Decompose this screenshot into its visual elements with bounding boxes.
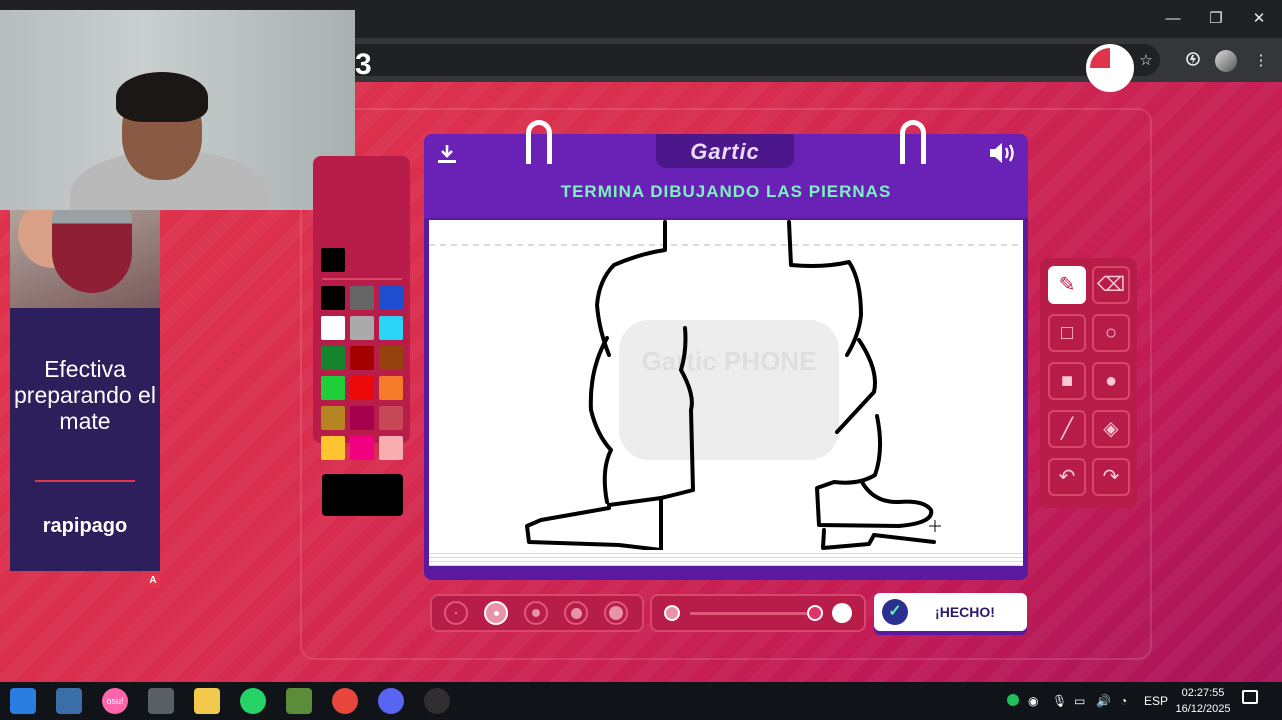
opacity-low-icon [664,605,680,621]
webcam-overlay [0,10,355,210]
current-color-preview [322,474,403,516]
bookmark-star-icon[interactable]: ☆ [1135,50,1157,72]
color-swatch[interactable] [350,436,374,460]
taskbar-discord-icon[interactable] [378,688,404,714]
color-swatch[interactable] [321,286,345,310]
eraser-icon[interactable]: ⌫ [1092,266,1130,304]
color-swatch[interactable] [321,436,345,460]
profile-avatar[interactable] [1215,50,1237,72]
drawing-canvas[interactable]: Gartic PHONE [429,220,1023,552]
square-filled-icon[interactable]: ■ [1048,362,1086,400]
battery-icon[interactable]: ▭ [1074,694,1085,708]
fill-bucket-icon[interactable]: ◈ [1092,410,1130,448]
taskbar-file-explorer-icon[interactable] [194,688,220,714]
selected-color-swatch [321,248,345,272]
round-number: 3 [355,48,372,81]
line-icon[interactable]: ╱ [1048,410,1086,448]
done-button-label: ¡HECHO! [935,604,995,620]
color-swatch[interactable] [350,286,374,310]
address-bar[interactable] [340,44,1160,76]
taskbar-chrome-icon[interactable] [332,688,358,714]
brush-size-dot [493,610,499,616]
gartic-logo: Gartic [690,139,760,164]
brush-size-5[interactable] [604,601,628,625]
extensions-icon[interactable] [1182,50,1204,72]
taskbar-osu-icon[interactable]: osu! [102,688,128,714]
color-swatch[interactable] [350,316,374,340]
clock-time[interactable]: 02:27:55 [1176,687,1230,699]
security-icon[interactable]: ◉ [1028,694,1038,708]
browser-menu-icon[interactable]: ⋮ [1250,50,1272,72]
drawing-svg: Gartic PHONE [429,220,1023,552]
status-indicator-icon[interactable] [1007,694,1019,706]
color-swatch[interactable] [379,376,403,400]
clock-date[interactable]: 16/12/2025 [1170,703,1236,715]
undo-icon[interactable]: ↶ [1048,458,1086,496]
pencil-icon[interactable]: ✎ [1048,266,1086,304]
palette-divider [322,278,402,280]
taskbar-camera-icon[interactable] [148,688,174,714]
color-swatch[interactable] [350,406,374,430]
wifi-icon[interactable]: ◔ [1120,694,1127,708]
language-indicator[interactable]: ESP [1144,694,1168,708]
ad-divider [35,480,135,482]
color-swatch[interactable] [321,406,345,430]
ad-mate-cup [52,208,132,293]
color-swatch[interactable] [379,316,403,340]
watermark-text: Gartic PHONE [642,346,817,376]
opacity-slider-track[interactable] [690,612,808,615]
binder-ring-left [526,120,552,164]
brush-size-dot [455,612,457,614]
minimize-button[interactable]: — [1162,8,1184,30]
windows-taskbar [0,682,1282,720]
download-icon[interactable] [434,142,460,168]
speaker-icon[interactable]: 🔊 [1096,694,1111,708]
color-swatch[interactable] [379,436,403,460]
color-swatch[interactable] [321,316,345,340]
microphone-icon[interactable]: 🎙 [1052,694,1067,708]
taskbar-minecraft-icon[interactable] [286,688,312,714]
timer-icon [1086,44,1134,92]
webcam-person-hair [116,72,208,122]
notifications-icon[interactable] [1242,690,1258,704]
color-swatch[interactable] [379,286,403,310]
redo-icon[interactable]: ↷ [1092,458,1130,496]
ad-headline: Efectiva preparando el mate [14,356,156,434]
taskbar-calculator-icon[interactable] [56,688,82,714]
color-swatch[interactable] [321,346,345,370]
brush-size-2[interactable] [484,601,508,625]
brush-size-4[interactable] [564,601,588,625]
volume-icon[interactable] [986,140,1018,168]
circle-outline-icon[interactable]: ○ [1092,314,1130,352]
brush-size-dot [609,606,623,620]
check-icon: ✓ [882,599,908,625]
taskbar-obs-icon[interactable] [424,688,450,714]
ad-choices-badge[interactable]: A [146,574,160,588]
brush-size-1[interactable] [444,601,468,625]
drawing-prompt: TERMINA DIBUJANDO LAS PIERNAS [560,182,892,201]
binder-ring-right [900,120,926,164]
color-swatch[interactable] [379,406,403,430]
close-button[interactable]: ✕ [1248,8,1270,30]
watermark-logo [619,320,839,460]
color-swatch[interactable] [350,346,374,370]
brush-size-dot [532,609,540,617]
maximize-button[interactable]: ❐ [1205,8,1227,30]
circle-filled-icon[interactable]: ● [1092,362,1130,400]
cursor-crosshair [929,520,941,532]
ad-brand-logo: rapipago [42,515,128,537]
opacity-high-icon [832,603,852,623]
taskbar-windows-start-icon[interactable] [10,688,36,714]
color-swatch[interactable] [350,376,374,400]
taskbar-whatsapp-icon[interactable] [240,688,266,714]
sketchbook-page-edges [429,550,1023,566]
square-outline-icon[interactable]: □ [1048,314,1086,352]
opacity-slider-handle[interactable] [807,605,823,621]
brush-size-3[interactable] [524,601,548,625]
brush-size-dot [570,607,582,619]
color-swatch[interactable] [321,376,345,400]
color-swatch[interactable] [379,346,403,370]
